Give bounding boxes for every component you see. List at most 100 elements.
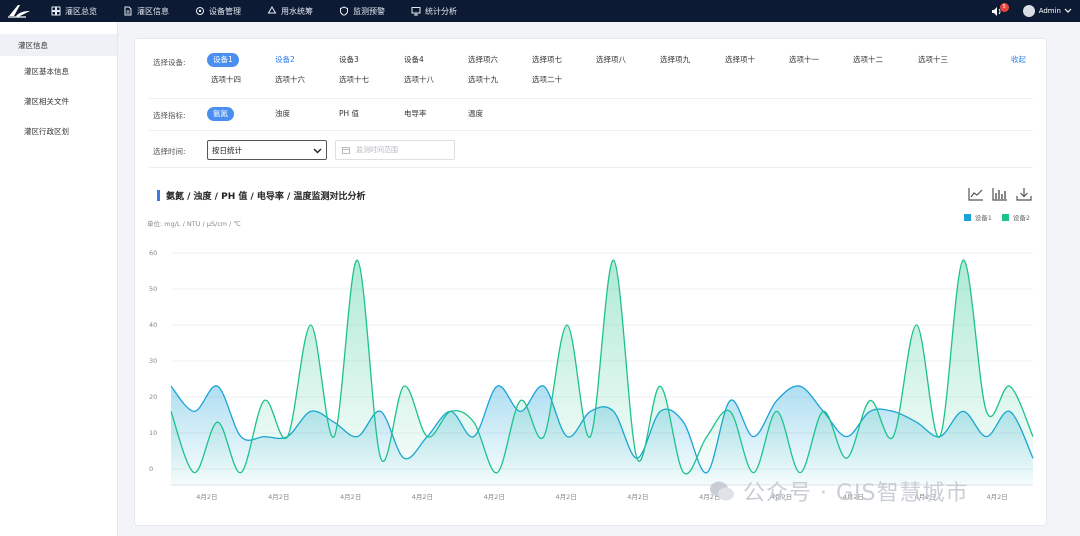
- y-tick-label: 20: [149, 393, 157, 401]
- device-option[interactable]: 选择项十: [725, 53, 755, 67]
- comparison-chart: 0 10 20 30 40 50 60 4月2日 4月2日 4月2日 4月2日 4月2日 4月2日 4月2…: [149, 249, 1034, 501]
- x-tick-label: 4月2日: [196, 493, 217, 501]
- wechat-icon: [710, 481, 734, 501]
- watermark-text: 公众号 · GIS智慧城市: [743, 481, 969, 506]
- nav-label: 监测预警: [353, 6, 385, 16]
- chart-toolbar: [968, 187, 1032, 201]
- legend-item-device1[interactable]: 设备1: [963, 212, 992, 222]
- nav-item-0[interactable]: 灌区总览: [38, 0, 110, 22]
- x-tick-label: 4月2日: [555, 493, 576, 501]
- divider: [149, 98, 1033, 99]
- divider: [149, 167, 1033, 168]
- date-range-input[interactable]: 监测时间范围: [335, 140, 455, 160]
- divider: [149, 130, 1033, 131]
- device-option[interactable]: 选择项六: [468, 53, 498, 67]
- nav-label: 用水统筹: [281, 6, 313, 16]
- x-tick-label: 4月2日: [340, 493, 361, 501]
- monitor-icon: [411, 7, 421, 16]
- sidebar-item-basic-info[interactable]: 灌区基本信息: [0, 56, 117, 86]
- nav-item-4[interactable]: 监测预警: [326, 0, 398, 22]
- device-option[interactable]: 选项二十: [532, 73, 562, 87]
- x-tick-label: 4月2日: [484, 493, 505, 501]
- device-option[interactable]: 选项十三: [918, 53, 948, 67]
- y-tick-label: 10: [149, 429, 157, 437]
- watermark: 公众号 · GIS智慧城市: [709, 475, 968, 507]
- legend-item-device2[interactable]: 设备2: [1001, 212, 1030, 222]
- nav-label: 设备管理: [209, 6, 241, 16]
- calendar-icon: [342, 147, 350, 154]
- indicator-option[interactable]: 浊度: [275, 107, 290, 121]
- device-option[interactable]: 设备2: [275, 53, 295, 67]
- nav-label: 统计分析: [425, 6, 457, 16]
- nav-item-1[interactable]: 灌区信息: [110, 0, 182, 22]
- x-tick-label: 4月2日: [268, 493, 289, 501]
- sidebar: 灌区信息 灌区基本信息 灌区相关文件 灌区行政区划: [0, 22, 118, 536]
- x-tick-label: 4月2日: [412, 493, 433, 501]
- chart-legend: 设备1 设备2: [963, 212, 1030, 222]
- device-option[interactable]: 设备3: [339, 53, 359, 67]
- user-name[interactable]: Admin: [1039, 7, 1061, 15]
- device-option[interactable]: 选择项七: [532, 53, 562, 67]
- document-icon: [124, 6, 132, 16]
- x-tick-label: 4月2日: [627, 493, 648, 501]
- legend-swatch: [1001, 213, 1009, 221]
- line-chart-icon[interactable]: [968, 187, 984, 201]
- logo-icon[interactable]: [0, 0, 38, 22]
- device-option[interactable]: 选项十二: [853, 53, 883, 67]
- chevron-down-icon[interactable]: [1064, 8, 1072, 14]
- device-option[interactable]: 选项十六: [275, 73, 305, 87]
- bar-chart-icon[interactable]: [992, 187, 1008, 201]
- nav-item-2[interactable]: 设备管理: [182, 0, 254, 22]
- notification-button[interactable]: 5: [991, 2, 1009, 17]
- select-value: 按日统计: [212, 145, 242, 155]
- legend-swatch: [963, 213, 971, 221]
- chevron-down-icon: [313, 148, 322, 154]
- device-option[interactable]: 选项十九: [468, 73, 498, 87]
- date-range-placeholder: 监测时间范围: [356, 146, 398, 154]
- nav-label: 灌区总览: [65, 6, 97, 16]
- y-tick-label: 0: [149, 465, 153, 473]
- nav-label: 灌区信息: [137, 6, 169, 16]
- gear-icon: [196, 7, 204, 15]
- device-option[interactable]: 选择项九: [660, 53, 690, 67]
- nav-item-3[interactable]: 用水统筹: [254, 0, 326, 22]
- device-option[interactable]: 设备4: [404, 53, 424, 67]
- notification-badge: 5: [999, 2, 1009, 12]
- sidebar-item-files[interactable]: 灌区相关文件: [0, 86, 117, 116]
- indicator-option[interactable]: PH 值: [339, 107, 359, 121]
- title-accent-bar: [157, 190, 160, 201]
- time-granularity-select[interactable]: 按日统计: [207, 140, 327, 160]
- recycle-icon: [267, 6, 277, 14]
- avatar[interactable]: [1022, 5, 1035, 17]
- download-icon[interactable]: [1016, 187, 1032, 201]
- nav-item-5[interactable]: 统计分析: [398, 0, 470, 22]
- indicator-filter-label: 选择指标:: [153, 111, 186, 120]
- sidebar-item-admin-division[interactable]: 灌区行政区划: [0, 116, 117, 146]
- sidebar-header[interactable]: 灌区信息: [0, 34, 117, 56]
- time-filter-label: 选择时间:: [153, 147, 186, 156]
- y-tick-label: 60: [149, 249, 157, 257]
- indicator-option[interactable]: 电导率: [404, 107, 427, 121]
- indicator-option[interactable]: 温度: [468, 107, 483, 121]
- grid-icon: [51, 6, 61, 16]
- device-option[interactable]: 选择项八: [596, 53, 626, 67]
- device-option[interactable]: 选项十七: [339, 73, 369, 87]
- top-navbar: 灌区总览 灌区信息 设备管理 用水统筹 监测预警 统计分析 5 Admin: [0, 0, 1080, 22]
- device-option[interactable]: 设备1: [207, 53, 239, 67]
- device-option[interactable]: 选项十八: [404, 73, 434, 87]
- y-tick-label: 50: [149, 285, 157, 293]
- y-tick-label: 30: [149, 357, 157, 365]
- y-tick-label: 40: [149, 321, 157, 329]
- main-panel: 选择设备: 设备1 设备2 设备3 设备4 选择项六 选择项七 选择项八 选择项九 选择项十 选项…: [134, 38, 1047, 526]
- legend-label: 设备2: [1012, 214, 1030, 222]
- device-option[interactable]: 选项十一: [789, 53, 819, 67]
- device-filter-label: 选择设备:: [153, 58, 186, 67]
- indicator-option[interactable]: 氨氮: [207, 107, 234, 121]
- device-option[interactable]: 选项十四: [211, 73, 241, 87]
- legend-label: 设备1: [974, 214, 992, 222]
- unit-label: 单位: mg/L / NTU / μS/cm / ℃: [147, 220, 241, 228]
- shield-icon: [340, 6, 348, 16]
- x-tick-label: 4月2日: [986, 493, 1007, 501]
- chart-title: 氨氮 / 浊度 / PH 值 / 电导率 / 温度监测对比分析: [166, 192, 366, 202]
- collapse-link[interactable]: 收起: [1011, 53, 1026, 67]
